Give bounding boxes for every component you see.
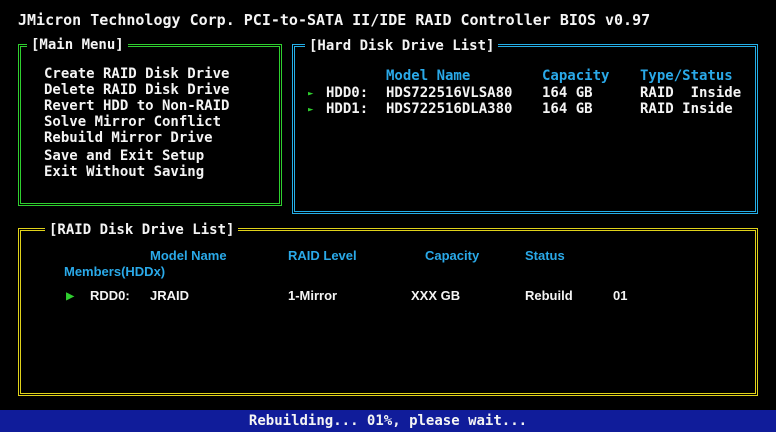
rdd0-model: JRAID (150, 288, 190, 303)
menu-item-delete-raid[interactable]: Delete RAID Disk Drive (44, 82, 229, 98)
hdd1-type: RAID Inside (640, 101, 733, 117)
hdd-header-model: Model Name (386, 68, 471, 84)
menu-item-solve-conflict[interactable]: Solve Mirror Conflict (44, 114, 221, 130)
rdd0-status: Rebuild (525, 288, 573, 303)
hdd1-id[interactable]: HDD1: (326, 101, 368, 117)
raid-header-members: Members(HDDx) (64, 264, 166, 279)
raid-header-status: Status (525, 248, 565, 263)
menu-item-save-exit[interactable]: Save and Exit Setup (44, 148, 204, 164)
menu-item-create-raid[interactable]: Create RAID Disk Drive (44, 66, 229, 82)
raid-list-panel: [RAID Disk Drive List] (18, 222, 758, 396)
main-menu-title: [Main Menu] (27, 37, 128, 53)
raid-header-model: Model Name (150, 248, 227, 263)
raid-header-capacity: Capacity (425, 248, 480, 263)
rdd0-arrow-icon: ▶ (66, 288, 75, 304)
rdd0-level: 1-Mirror (288, 288, 338, 303)
raid-list-title: [RAID Disk Drive List] (45, 222, 239, 238)
rdd0-capacity: XXX GB (411, 288, 461, 303)
hdd-header-type: Type/Status (640, 68, 733, 84)
menu-item-exit-no-save[interactable]: Exit Without Saving (44, 164, 204, 180)
menu-item-revert-hdd[interactable]: Revert HDD to Non-RAID (44, 98, 229, 114)
raid-header-level: RAID Level (288, 248, 357, 263)
hdd1-model: HDS722516DLA380 (386, 101, 513, 117)
hdd1-arrow-icon: ► (308, 105, 314, 115)
hdd1-capacity: 164 GB (542, 101, 593, 117)
rdd0-id[interactable]: RDD0: (90, 288, 130, 304)
hdd0-id[interactable]: HDD0: (326, 85, 368, 101)
hdd0-type: RAID Inside (640, 85, 742, 101)
menu-item-rebuild-mirror[interactable]: Rebuild Mirror Drive (44, 130, 213, 146)
hdd0-model: HDS722516VLSA80 (386, 85, 513, 101)
hdd-list-title: [Hard Disk Drive List] (305, 38, 499, 54)
hdd0-capacity: 164 GB (542, 85, 593, 101)
status-bar: Rebuilding... 01%, please wait... (0, 410, 776, 432)
hdd0-arrow-icon: ► (308, 89, 314, 99)
hdd-header-capacity: Capacity (542, 68, 610, 84)
rdd0-members: 01 (613, 288, 628, 303)
bios-title: JMicron Technology Corp. PCI-to-SATA II/… (18, 11, 651, 29)
